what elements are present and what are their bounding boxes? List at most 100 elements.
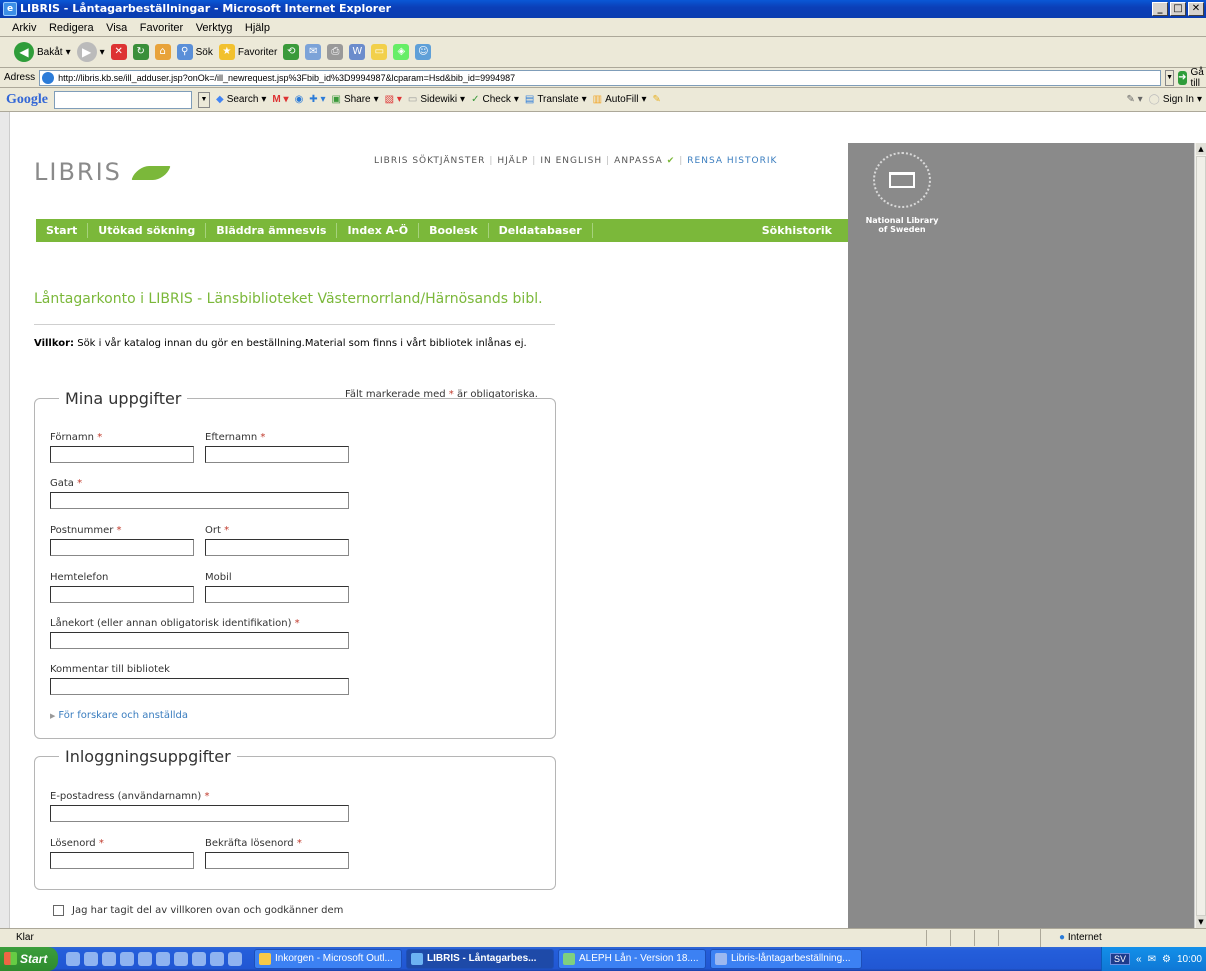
plus-icon[interactable]: ✚ ▾: [309, 94, 325, 105]
start-button[interactable]: Start: [0, 947, 58, 971]
close-button[interactable]: ✕: [1188, 2, 1204, 16]
stop-icon[interactable]: ✕: [110, 44, 127, 60]
password-input[interactable]: [50, 852, 194, 869]
quicklaunch-icon[interactable]: [210, 952, 224, 966]
share-button[interactable]: ▣ Share ▾: [331, 94, 378, 105]
back-button[interactable]: ◀ Bakåt ▾: [14, 42, 71, 62]
nav-bladdra-amnesvis[interactable]: Bläddra ämnesvis: [206, 223, 338, 238]
quicklaunch-icon[interactable]: [192, 952, 206, 966]
nav-start[interactable]: Start: [36, 223, 89, 238]
quicklaunch-icon[interactable]: [102, 952, 116, 966]
nav-boolesk[interactable]: Boolesk: [419, 223, 489, 238]
address-dropdown-icon[interactable]: ▼: [1165, 69, 1175, 86]
search-button[interactable]: ⚲ Sök: [176, 44, 213, 60]
language-indicator[interactable]: SV: [1110, 953, 1131, 965]
go-arrow-icon[interactable]: ➜: [1178, 70, 1187, 85]
card-input[interactable]: [50, 632, 349, 649]
google-search-button[interactable]: ◆ Search ▾: [216, 94, 266, 105]
word-icon[interactable]: W: [349, 44, 366, 60]
mail-icon[interactable]: ✉: [305, 44, 322, 60]
task-aleph[interactable]: ALEPH Lån - Version 18....: [558, 949, 706, 969]
tray-expand-icon[interactable]: «: [1136, 954, 1142, 965]
menu-arkiv[interactable]: Arkiv: [12, 22, 36, 34]
minimize-button[interactable]: _: [1152, 2, 1168, 16]
scroll-up-icon[interactable]: ▲: [1196, 143, 1206, 155]
check-button[interactable]: ✓ Check ▾: [471, 94, 519, 105]
quicklaunch-icon[interactable]: [120, 952, 134, 966]
firstname-input[interactable]: [50, 446, 194, 463]
favorites-button[interactable]: ★ Favoriter: [218, 44, 277, 60]
home-icon[interactable]: ⌂: [154, 44, 171, 60]
sidewiki-button[interactable]: ▭ Sidewiki ▾: [408, 94, 465, 105]
nav-index-a-o[interactable]: Index A-Ö: [337, 223, 420, 238]
nav-utokad-sokning[interactable]: Utökad sökning: [88, 223, 207, 238]
translate-button[interactable]: ▤ Translate ▾: [525, 94, 587, 105]
menu-visa[interactable]: Visa: [106, 22, 127, 34]
menu-hjalp[interactable]: Hjälp: [245, 22, 270, 34]
quicklaunch-icon[interactable]: [156, 952, 170, 966]
link-hjalp[interactable]: HJÄLP: [497, 156, 528, 166]
scroll-thumb[interactable]: [1196, 156, 1206, 916]
libris-logo[interactable]: LIBRIS: [34, 158, 122, 186]
print-icon[interactable]: ⎙: [327, 44, 344, 60]
research-icon[interactable]: ◈: [393, 44, 410, 60]
google-dropdown-icon[interactable]: ▼: [198, 91, 210, 108]
autofill-label: AutoFill: [605, 94, 639, 105]
translate-page-icon[interactable]: ▧ ▾: [385, 94, 402, 105]
highlighter-icon[interactable]: ✎: [653, 94, 661, 105]
folder-icon[interactable]: ▭: [371, 44, 388, 60]
city-input[interactable]: [205, 539, 349, 556]
nav-deldatabaser[interactable]: Deldatabaser: [489, 223, 593, 238]
researchers-link[interactable]: ▶ För forskare och anställda: [50, 710, 188, 721]
street-input[interactable]: [50, 492, 349, 509]
google-search-input[interactable]: [54, 90, 192, 109]
history-icon[interactable]: ⟲: [283, 44, 300, 60]
agree-label: Jag har tagit del av villkoren ovan och …: [72, 905, 344, 916]
task-libris-ie[interactable]: LIBRIS - Låntagarbes...: [406, 949, 554, 969]
homephone-input[interactable]: [50, 586, 194, 603]
divider: [34, 324, 555, 325]
menu-redigera[interactable]: Redigera: [49, 22, 94, 34]
link-rensa-historik[interactable]: RENSA HISTORIK: [687, 156, 777, 166]
task-outlook[interactable]: Inkorgen - Microsoft Outl...: [254, 949, 402, 969]
quicklaunch-icon[interactable]: [228, 952, 242, 966]
quicklaunch-icon[interactable]: [66, 952, 80, 966]
link-soktjanster[interactable]: LIBRIS SÖKTJÄNSTER: [374, 156, 485, 166]
forward-button[interactable]: ▶ ▾: [76, 42, 105, 62]
link-anpassa[interactable]: ANPASSA: [614, 156, 663, 166]
mobile-input[interactable]: [205, 586, 349, 603]
kb-logo[interactable]: National Library of Sweden: [852, 150, 952, 234]
nav-sokhistorik[interactable]: Sökhistorik: [752, 223, 848, 238]
address-input[interactable]: http://libris.kb.se/ill_adduser.jsp?onOk…: [39, 69, 1162, 86]
wrench-icon[interactable]: ✎ ▾: [1126, 94, 1142, 105]
vertical-scrollbar[interactable]: ▲ ▼: [1194, 143, 1206, 928]
email-input[interactable]: [50, 805, 349, 822]
menu-verktyg[interactable]: Verktyg: [196, 22, 233, 34]
task-word[interactable]: Libris-låntagarbeställning...: [710, 949, 862, 969]
link-in-english[interactable]: IN ENGLISH: [540, 156, 602, 166]
sign-in-button[interactable]: ◯ Sign In ▾: [1149, 94, 1206, 105]
messenger-icon[interactable]: ☺: [415, 44, 432, 60]
zip-input[interactable]: [50, 539, 194, 556]
bookmark-icon[interactable]: ◉: [295, 94, 304, 105]
checkmark-icon: ✔: [666, 156, 676, 166]
comment-input[interactable]: [50, 678, 349, 695]
lastname-input[interactable]: [205, 446, 349, 463]
quicklaunch-icon[interactable]: [174, 952, 188, 966]
network-tray-icon[interactable]: ⚙: [1162, 954, 1171, 965]
autofill-button[interactable]: ▥ AutoFill ▾: [593, 94, 647, 105]
ie-icon: e: [3, 2, 17, 16]
scroll-down-icon[interactable]: ▼: [1196, 916, 1206, 928]
maximize-button[interactable]: □: [1170, 2, 1186, 16]
agree-checkbox[interactable]: [53, 905, 64, 916]
task-aleph-label: ALEPH Lån - Version 18....: [579, 953, 699, 964]
quicklaunch-icon[interactable]: [138, 952, 152, 966]
quicklaunch-icon[interactable]: [84, 952, 98, 966]
confirm-password-input[interactable]: [205, 852, 349, 869]
refresh-icon[interactable]: ↻: [132, 44, 149, 60]
go-button[interactable]: Gå till: [1191, 67, 1206, 89]
mail-tray-icon[interactable]: ✉: [1148, 954, 1156, 965]
menu-favoriter[interactable]: Favoriter: [140, 22, 183, 34]
gmail-icon[interactable]: M ▾: [272, 94, 288, 105]
google-logo[interactable]: Google: [6, 92, 48, 108]
